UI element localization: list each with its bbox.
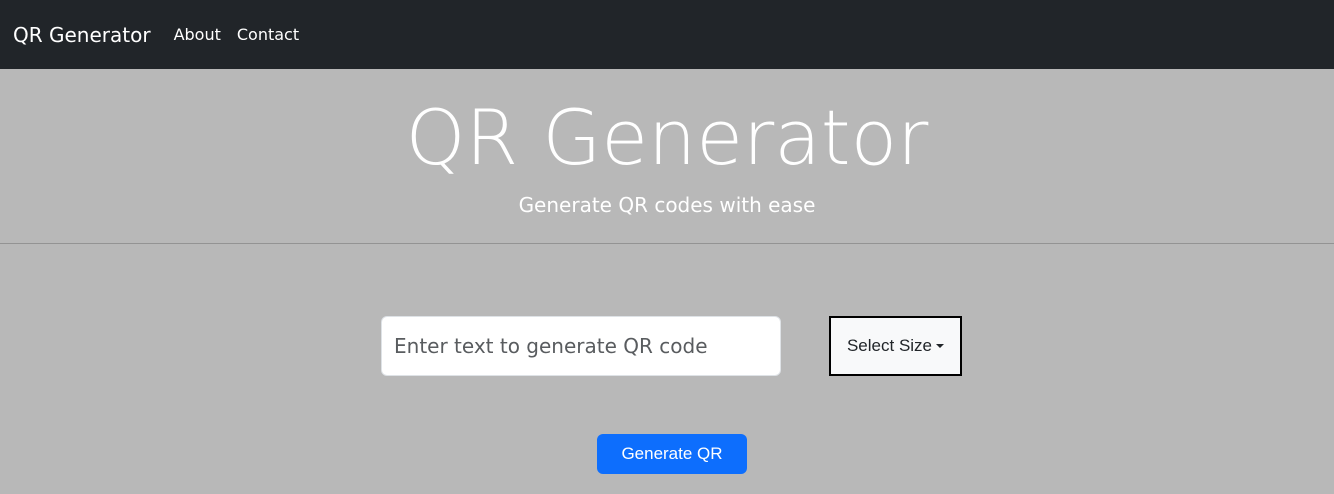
page-title: QR Generator (405, 93, 929, 182)
nav-link-about[interactable]: About (174, 25, 221, 44)
page-subtitle: Generate QR codes with ease (518, 193, 816, 217)
select-size-label: Select Size (846, 336, 933, 355)
top-navbar: QR Generator About Contact (0, 0, 1334, 69)
qr-text-input[interactable] (381, 316, 781, 376)
generate-qr-button[interactable]: Generate QR (597, 434, 747, 474)
nav-link-contact[interactable]: Contact (237, 25, 299, 44)
select-size-dropdown[interactable]: Select Size (829, 316, 962, 376)
caret-down-icon (936, 344, 945, 348)
section-divider (0, 243, 1334, 244)
navbar-brand[interactable]: QR Generator (13, 23, 151, 47)
